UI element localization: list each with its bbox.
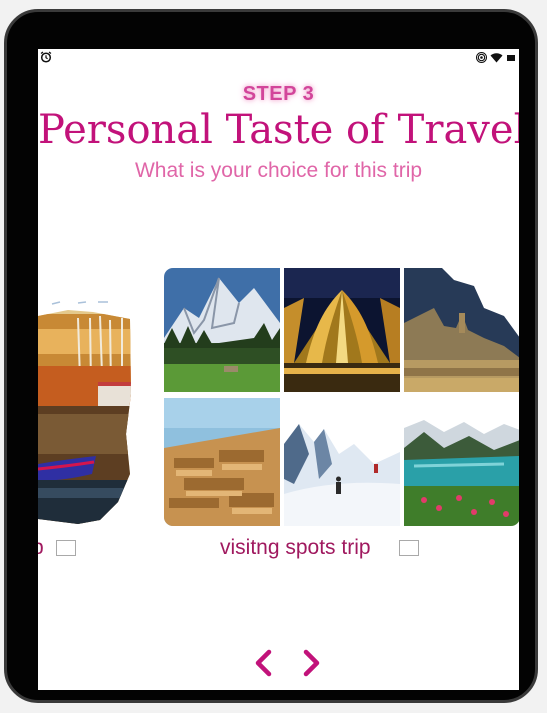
ruins-photo — [164, 398, 280, 526]
mountain-photo — [164, 268, 280, 392]
option-card-visiting-spots[interactable] — [164, 268, 519, 526]
wifi-icon — [490, 52, 503, 62]
monument-photo — [284, 268, 400, 392]
step-indicator: STEP 3 — [242, 83, 315, 105]
option-card-lake-trip[interactable] — [38, 274, 132, 524]
lake-photo — [404, 418, 519, 526]
lake-trip-checkbox[interactable] — [56, 540, 76, 556]
hotspot-icon — [476, 51, 487, 63]
page-subtitle: What is your choice for this trip — [134, 159, 423, 182]
option-label-lake-trip: p — [38, 536, 44, 560]
snow-trek-photo — [284, 424, 400, 526]
status-icons — [476, 51, 516, 63]
app-screen: STEP 3 Personal Taste of Travel What is … — [38, 49, 519, 690]
lake-boat-image — [38, 301, 131, 524]
chevron-right-icon — [303, 649, 320, 677]
prev-button[interactable] — [248, 647, 278, 679]
next-button[interactable] — [297, 647, 327, 679]
status-bar — [38, 49, 519, 65]
visiting-spots-checkbox[interactable] — [399, 540, 419, 556]
alarm-icon — [40, 51, 52, 63]
tablet-frame: STEP 3 Personal Taste of Travel What is … — [4, 9, 538, 703]
option-label-visiting-spots: visitng spots trip — [220, 536, 371, 559]
chevron-left-icon — [255, 649, 272, 677]
page-title: Personal Taste of Travel — [38, 107, 519, 153]
fort-photo — [404, 268, 519, 392]
battery-icon — [507, 54, 515, 61]
